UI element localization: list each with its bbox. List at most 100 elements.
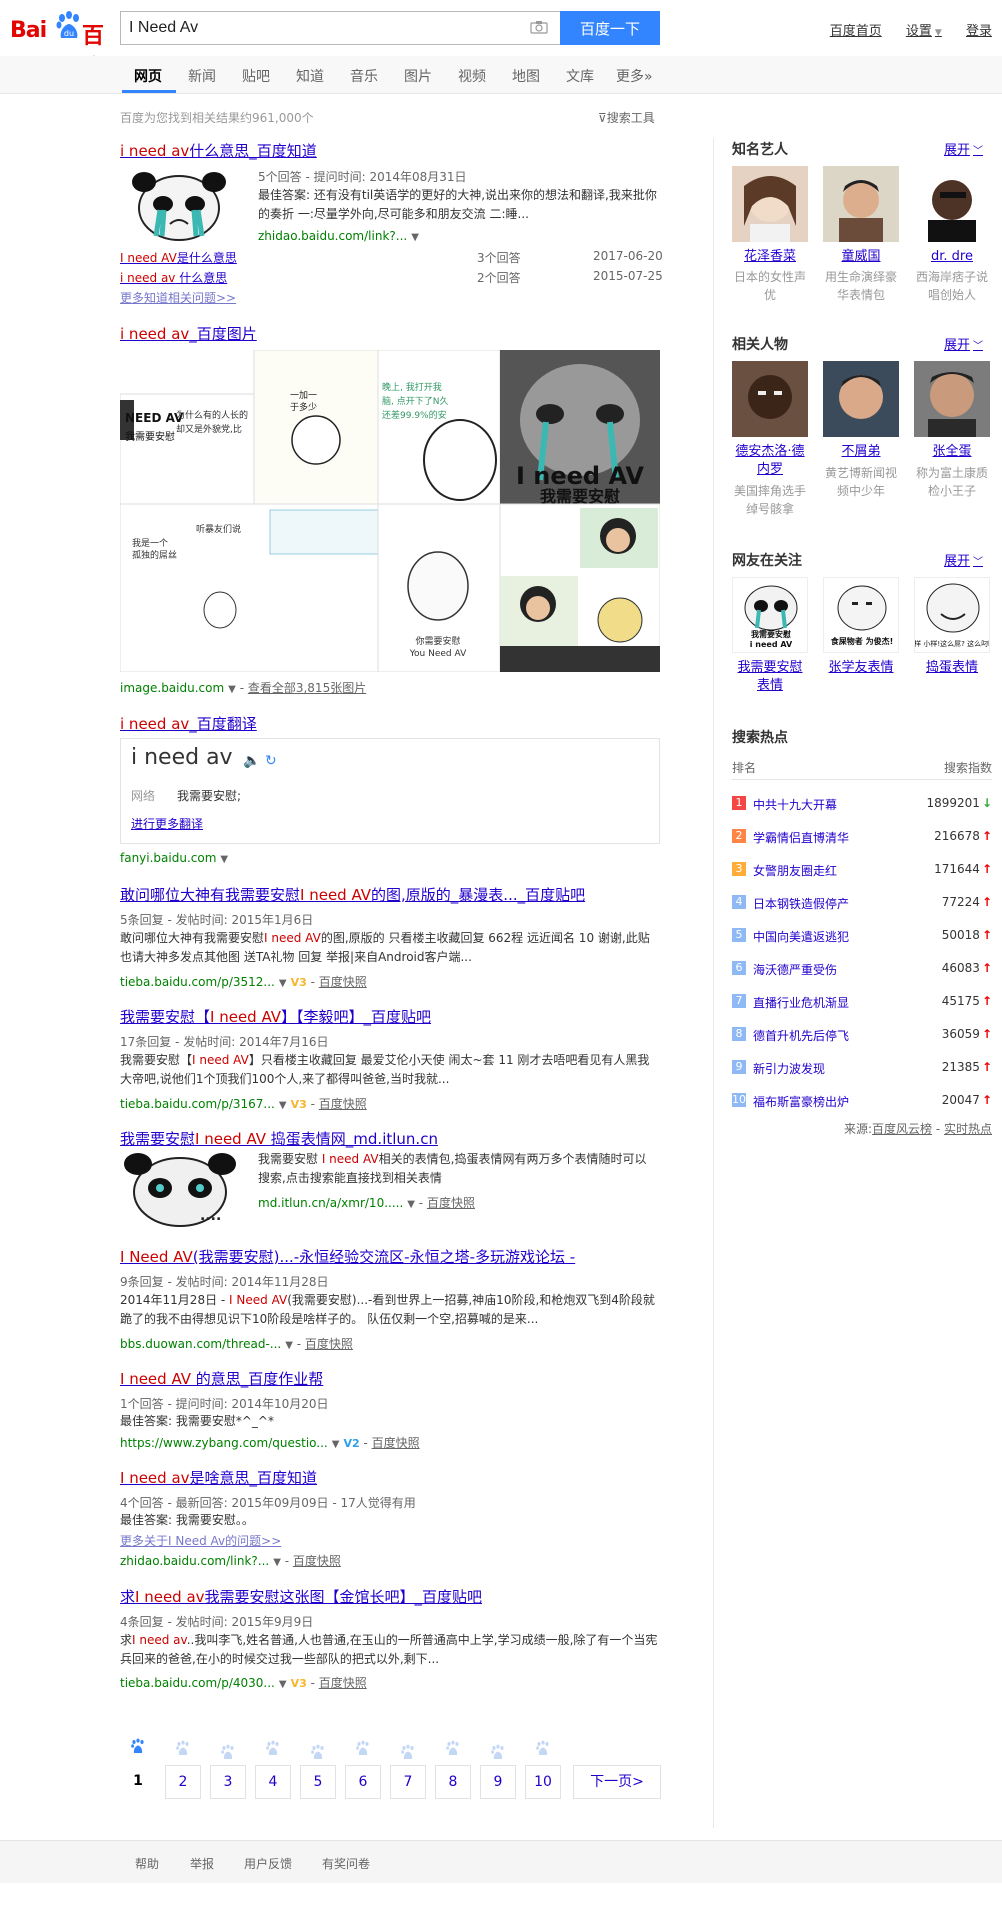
- chevron-down-icon[interactable]: ▼: [273, 1557, 281, 1568]
- v3-badge-icon[interactable]: V3: [291, 976, 307, 989]
- search-input[interactable]: [121, 12, 527, 44]
- panda-meme-thumbnail[interactable]: [120, 166, 238, 242]
- tab-wenku[interactable]: 文库: [566, 66, 594, 86]
- hot-search-item[interactable]: 5 中国向美遣返逃犯 50018 ↑: [732, 918, 992, 951]
- person-photo-1[interactable]: [732, 361, 808, 437]
- hot-item-text[interactable]: 直播行业危机渐显: [753, 994, 849, 1011]
- person-name-3[interactable]: 张全蛋: [914, 443, 990, 461]
- zhidao-sub-question-2[interactable]: i need av 什么意思: [120, 269, 227, 286]
- netizen-meme-1[interactable]: 我需要安慰 i need AV: [732, 577, 808, 653]
- celeb-name-1[interactable]: 花泽香菜: [732, 248, 808, 266]
- panda-emoji-thumbnail[interactable]: ....: [120, 1152, 240, 1228]
- netizen-name-1[interactable]: 我需要安慰表情: [732, 659, 808, 695]
- page-link-7[interactable]: 7: [390, 1765, 426, 1799]
- hot-search-item[interactable]: 2 学霸情侣直博清华 216678 ↑: [732, 819, 992, 852]
- page-link-8[interactable]: 8: [435, 1765, 471, 1799]
- netizen-name-3[interactable]: 捣蛋表情: [914, 659, 990, 677]
- result-title-tieba1[interactable]: 敢问哪位大神有我需要安慰I need AV的图,原版的_暴漫表..._百度贴吧: [120, 884, 585, 905]
- search-tools-button[interactable]: ⊽搜索工具: [598, 109, 655, 126]
- result-title-tieba2[interactable]: 我需要安慰【I need AV】【李毅吧】_百度贴吧: [120, 1006, 431, 1027]
- result-title-itlun[interactable]: 我需要安慰I need AV 捣蛋表情网_md.itlun.cn: [120, 1128, 438, 1149]
- hot-search-item[interactable]: 7 直播行业危机渐显 45175 ↑: [732, 984, 992, 1017]
- speaker-icon[interactable]: 🔈: [243, 753, 260, 769]
- more-questions-link[interactable]: 更多关于I Need Av的问题>>: [120, 1532, 281, 1549]
- tab-web[interactable]: 网页: [134, 66, 162, 86]
- images-url[interactable]: image.baidu.com ▼ - 查看全部3,815张图片: [120, 679, 366, 696]
- snapshot-link[interactable]: 百度快照: [319, 1097, 367, 1111]
- tab-more[interactable]: 更多»: [616, 66, 653, 86]
- more-translation-link[interactable]: 进行更多翻译: [131, 815, 203, 832]
- page-link-9[interactable]: 9: [480, 1765, 516, 1799]
- tab-images[interactable]: 图片: [404, 66, 432, 86]
- hot-item-text[interactable]: 海沃德严重受伤: [753, 961, 837, 978]
- chevron-down-icon[interactable]: ▼: [228, 684, 236, 695]
- tab-music[interactable]: 音乐: [350, 66, 378, 86]
- itlun-url[interactable]: md.itlun.cn/a/xmr/10..... ▼ - 百度快照: [258, 1194, 475, 1211]
- page-link-10[interactable]: 10: [525, 1765, 561, 1799]
- chevron-down-icon[interactable]: ▼: [220, 854, 228, 865]
- footer-report[interactable]: 举报: [190, 1855, 214, 1872]
- person-photo-3[interactable]: [914, 361, 990, 437]
- celeb-name-2[interactable]: 童威国: [823, 248, 899, 266]
- login-link[interactable]: 登录: [966, 24, 992, 39]
- zhidao-url[interactable]: zhidao.baidu.com/link?... ▼: [258, 229, 419, 243]
- person-name-1[interactable]: 德安杰洛·德内罗: [732, 443, 808, 479]
- tab-zhidao[interactable]: 知道: [296, 66, 324, 86]
- snapshot-link[interactable]: 百度快照: [372, 1436, 420, 1450]
- next-page-button[interactable]: 下一页>: [573, 1765, 661, 1799]
- chevron-down-icon[interactable]: ▼: [279, 1679, 287, 1690]
- hot-search-item[interactable]: 9 新引力波发现 21385 ↑: [732, 1050, 992, 1083]
- image-grid[interactable]: NEED AV 我需要安慰 为什么有的人长的 却又是外貌党,比 一加一 于多少 …: [120, 350, 660, 672]
- more-zhidao-link[interactable]: 更多知道相关问题>>: [120, 289, 236, 306]
- chevron-down-icon[interactable]: ▼: [279, 1100, 287, 1111]
- celeb-photo-3[interactable]: [914, 166, 990, 242]
- home-link[interactable]: 百度首页: [830, 24, 882, 39]
- snapshot-link[interactable]: 百度快照: [305, 1337, 353, 1351]
- source-link-2[interactable]: 实时热点: [944, 1122, 992, 1136]
- netizen-name-2[interactable]: 张学友表情: [823, 659, 899, 677]
- chevron-down-icon[interactable]: ▼: [332, 1439, 340, 1450]
- baidu-logo[interactable]: Bai du 百度: [10, 10, 110, 81]
- hot-item-text[interactable]: 德首升机先后停飞: [753, 1027, 849, 1044]
- snapshot-link[interactable]: 百度快照: [319, 975, 367, 989]
- footer-survey[interactable]: 有奖问卷: [322, 1855, 370, 1872]
- snapshot-link[interactable]: 百度快照: [319, 1676, 367, 1690]
- footer-help[interactable]: 帮助: [135, 1855, 159, 1872]
- v3-badge-icon[interactable]: V3: [291, 1098, 307, 1111]
- duowan-url[interactable]: bbs.duowan.com/thread-... ▼ - 百度快照: [120, 1335, 353, 1352]
- zhidao-sub-question-1[interactable]: I need AV是什么意思: [120, 249, 237, 266]
- result-title-duowan[interactable]: I Need AV(我需要安慰)...-永恒经验交流区-永恒之塔-多玩游戏论坛 …: [120, 1246, 575, 1267]
- hot-item-text[interactable]: 中共十九大开幕: [753, 796, 837, 813]
- hot-item-text[interactable]: 学霸情侣直博清华: [753, 829, 849, 846]
- tab-news[interactable]: 新闻: [188, 66, 216, 86]
- hot-item-text[interactable]: 新引力波发现: [753, 1060, 825, 1077]
- netizen-meme-3[interactable]: 小样 小样!这么屌? 这么叼啊?: [914, 577, 990, 653]
- hot-search-item[interactable]: 6 海沃德严重受伤 46083 ↑: [732, 951, 992, 984]
- tieba3-url[interactable]: tieba.baidu.com/p/4030... ▼ V3 - 百度快照: [120, 1674, 367, 1691]
- search-button[interactable]: 百度一下: [560, 11, 660, 45]
- fanyi-url[interactable]: fanyi.baidu.com ▼: [120, 851, 228, 865]
- refresh-icon[interactable]: ↻: [265, 753, 277, 769]
- chevron-down-icon[interactable]: ▼: [411, 232, 419, 243]
- chevron-down-icon[interactable]: ▼: [407, 1199, 415, 1210]
- page-link-3[interactable]: 3: [210, 1765, 246, 1799]
- result-title-zybang[interactable]: I need AV 的意思_百度作业帮: [120, 1368, 323, 1389]
- page-link-6[interactable]: 6: [345, 1765, 381, 1799]
- celeb-name-3[interactable]: dr. dre: [914, 248, 990, 266]
- hot-item-text[interactable]: 中国向美遣返逃犯: [753, 928, 849, 945]
- camera-icon[interactable]: [530, 20, 548, 34]
- tab-map[interactable]: 地图: [512, 66, 540, 86]
- source-link-1[interactable]: 百度风云榜: [872, 1122, 932, 1136]
- people-expand-link[interactable]: 展开 ﹀: [944, 334, 983, 353]
- netizen-meme-2[interactable]: 食屎物者 为俊杰!: [823, 577, 899, 653]
- result-title-zhidao2[interactable]: I need av是啥意思_百度知道: [120, 1467, 317, 1488]
- celebs-expand-link[interactable]: 展开 ﹀: [944, 139, 983, 158]
- tieba1-url[interactable]: tieba.baidu.com/p/3512... ▼ V3 - 百度快照: [120, 973, 367, 990]
- celeb-photo-1[interactable]: [732, 166, 808, 242]
- snapshot-link[interactable]: 百度快照: [293, 1554, 341, 1568]
- snapshot-link[interactable]: 百度快照: [427, 1196, 475, 1210]
- result-title-images[interactable]: i need av_百度图片: [120, 323, 257, 344]
- tab-video[interactable]: 视频: [458, 66, 486, 86]
- view-all-images-link[interactable]: 查看全部3,815张图片: [248, 681, 366, 695]
- result-title-zhidao[interactable]: i need av什么意思_百度知道: [120, 140, 317, 161]
